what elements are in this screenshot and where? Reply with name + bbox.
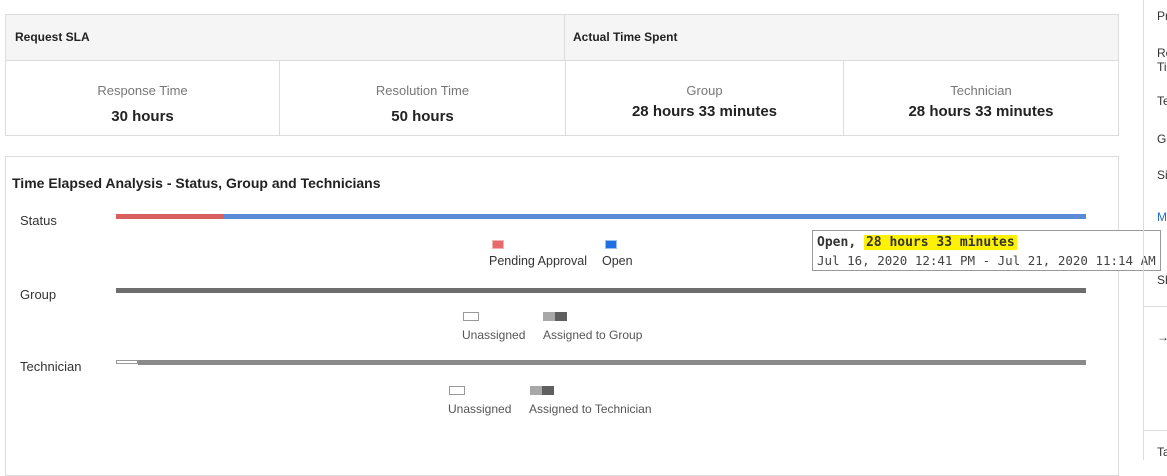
assigned-group-swatch-light bbox=[543, 312, 555, 321]
pending-approval-swatch bbox=[492, 240, 504, 249]
sidebar-item-8[interactable]: Sh bbox=[1157, 273, 1167, 287]
group-bar-assigned[interactable] bbox=[116, 288, 1086, 293]
header-divider bbox=[564, 15, 565, 60]
legend-assigned-to-group: Assigned to Group bbox=[543, 328, 643, 342]
sidebar-separator-bottom bbox=[1144, 430, 1167, 431]
group-time-value: 28 hours 33 minutes bbox=[631, 103, 778, 120]
legend-open: Open bbox=[602, 254, 633, 268]
sidebar-separator bbox=[1144, 306, 1167, 307]
response-time-cell: Response Time 30 hours bbox=[6, 61, 279, 136]
response-time-label: Response Time bbox=[97, 83, 188, 98]
time-elapsed-panel: Time Elapsed Analysis - Status, Group an… bbox=[5, 156, 1119, 476]
technician-bar-assigned[interactable] bbox=[138, 360, 1086, 365]
sidebar-item-10[interactable]: Ta bbox=[1157, 445, 1167, 459]
tooltip-title: Open, 28 hours 33 minutes bbox=[817, 235, 1017, 250]
response-time-value: 30 hours bbox=[111, 108, 174, 125]
right-sidebar: Pr Re Ti Te Gr Si M Sh → Ta bbox=[1143, 0, 1167, 460]
sidebar-item-4[interactable]: Te bbox=[1157, 94, 1167, 108]
assigned-group-swatch-dark bbox=[555, 312, 567, 321]
sla-summary-table: Request SLA Actual Time Spent Response T… bbox=[5, 14, 1119, 136]
technician-time-cell: Technician 28 hours 33 minutes bbox=[843, 61, 1118, 136]
unassigned-swatch-technician bbox=[449, 386, 465, 395]
resolution-time-value: 50 hours bbox=[391, 108, 454, 125]
technician-bar-unassigned[interactable] bbox=[116, 360, 138, 364]
tooltip-status: Open bbox=[817, 235, 849, 250]
sla-table-header: Request SLA Actual Time Spent bbox=[6, 15, 1118, 61]
sidebar-arrow-icon[interactable]: → bbox=[1157, 330, 1167, 344]
group-time-label: Group bbox=[686, 83, 723, 98]
legend-unassigned-group: Unassigned bbox=[462, 328, 526, 342]
group-time-cell: Group 28 hours 33 minutes bbox=[565, 61, 843, 136]
unassigned-swatch-group bbox=[463, 312, 479, 321]
resolution-time-label: Resolution Time bbox=[375, 83, 470, 98]
sidebar-item-1[interactable]: Pr bbox=[1157, 9, 1167, 23]
request-sla-heading: Request SLA bbox=[15, 30, 90, 44]
status-bar-open[interactable] bbox=[223, 214, 1086, 219]
sidebar-item-5[interactable]: Gr bbox=[1157, 132, 1167, 146]
status-bar-pending-approval[interactable] bbox=[116, 214, 223, 219]
sidebar-item-2[interactable]: Re bbox=[1157, 46, 1167, 60]
sidebar-link-item[interactable]: M bbox=[1157, 210, 1167, 224]
open-swatch bbox=[605, 240, 617, 249]
sidebar-item-3[interactable]: Ti bbox=[1157, 60, 1167, 74]
assigned-technician-swatch-light bbox=[530, 386, 542, 395]
actual-time-heading: Actual Time Spent bbox=[573, 30, 678, 44]
assigned-technician-swatch-dark bbox=[542, 386, 554, 395]
group-row-label: Group bbox=[20, 287, 57, 302]
technician-row-label: Technician bbox=[20, 359, 82, 374]
technician-time-value: 28 hours 33 minutes bbox=[908, 103, 1054, 120]
bar-tooltip: Open, 28 hours 33 minutes Jul 16, 2020 1… bbox=[812, 230, 1161, 271]
sidebar-item-6[interactable]: Si bbox=[1157, 168, 1167, 182]
legend-unassigned-technician: Unassigned bbox=[448, 402, 512, 416]
legend-assigned-to-technician: Assigned to Technician bbox=[529, 402, 652, 416]
tooltip-date-range: Jul 16, 2020 12:41 PM - Jul 21, 2020 11:… bbox=[817, 253, 1156, 268]
panel-title: Time Elapsed Analysis - Status, Group an… bbox=[12, 175, 381, 191]
technician-time-label: Technician bbox=[950, 83, 1012, 98]
tooltip-duration: 28 hours 33 minutes bbox=[863, 235, 1017, 250]
status-row-label: Status bbox=[20, 213, 57, 228]
resolution-time-cell: Resolution Time 50 hours bbox=[279, 61, 565, 136]
legend-pending-approval: Pending Approval bbox=[489, 254, 587, 268]
